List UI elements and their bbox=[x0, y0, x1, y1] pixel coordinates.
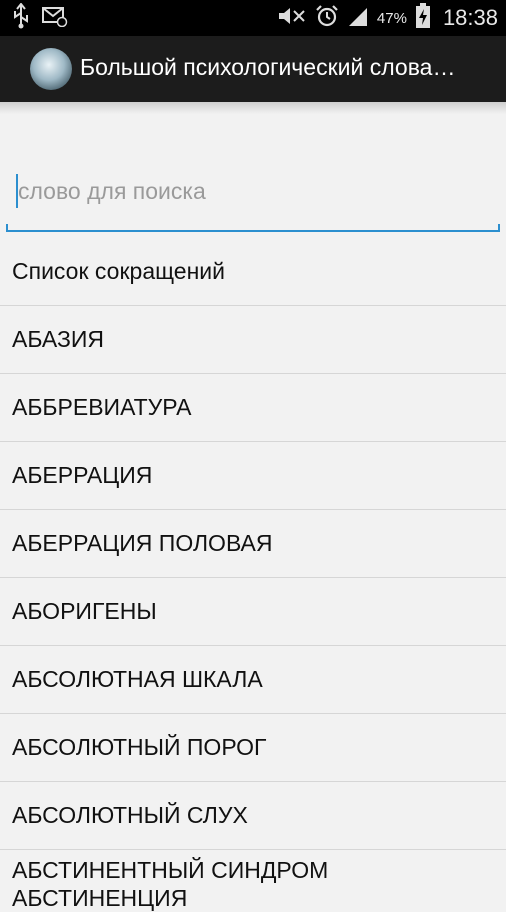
clock-time: 18:38 bbox=[442, 5, 498, 30]
email-icon bbox=[42, 5, 68, 32]
app-title: Большой психологический слова… bbox=[80, 54, 456, 80]
alarm-icon bbox=[315, 4, 339, 33]
search-input[interactable] bbox=[6, 168, 500, 214]
search-field[interactable] bbox=[6, 168, 500, 234]
action-bar: Большой психологический слова… bbox=[0, 36, 506, 102]
notification-icons bbox=[12, 1, 68, 34]
list-item[interactable]: АБЕРРАЦИЯ bbox=[0, 442, 506, 510]
dictionary-list: Список сокращений АБАЗИЯ АББРЕВИАТУРА АБ… bbox=[0, 238, 506, 912]
app-logo-icon[interactable] bbox=[30, 48, 72, 90]
battery-charging-icon bbox=[415, 2, 431, 34]
list-item[interactable]: АБСТИНЕНТНЫЙ СИНДРОМ АБСТИНЕНЦИЯ bbox=[0, 850, 506, 912]
list-item[interactable]: АБАЗИЯ bbox=[0, 306, 506, 374]
search-underline bbox=[6, 224, 500, 232]
battery-percent: 47% bbox=[376, 9, 407, 27]
action-bar-shadow bbox=[0, 102, 506, 114]
system-icons: 47% 18:38 bbox=[277, 0, 498, 36]
usb-icon bbox=[12, 1, 30, 34]
signal-icon bbox=[347, 5, 369, 32]
list-item[interactable]: АББРЕВИАТУРА bbox=[0, 374, 506, 442]
list-item[interactable]: АБЕРРАЦИЯ ПОЛОВАЯ bbox=[0, 510, 506, 578]
text-cursor bbox=[16, 174, 18, 208]
list-item[interactable]: АБСОЛЮТНЫЙ ПОРОГ bbox=[0, 714, 506, 782]
status-bar: 47% 18:38 bbox=[0, 0, 506, 36]
list-item[interactable]: АБСОЛЮТНЫЙ СЛУХ bbox=[0, 782, 506, 850]
list-item-abbreviations[interactable]: Список сокращений bbox=[0, 238, 506, 306]
mute-icon bbox=[277, 5, 307, 32]
list-item[interactable]: АБОРИГЕНЫ bbox=[0, 578, 506, 646]
list-item[interactable]: АБСОЛЮТНАЯ ШКАЛА bbox=[0, 646, 506, 714]
